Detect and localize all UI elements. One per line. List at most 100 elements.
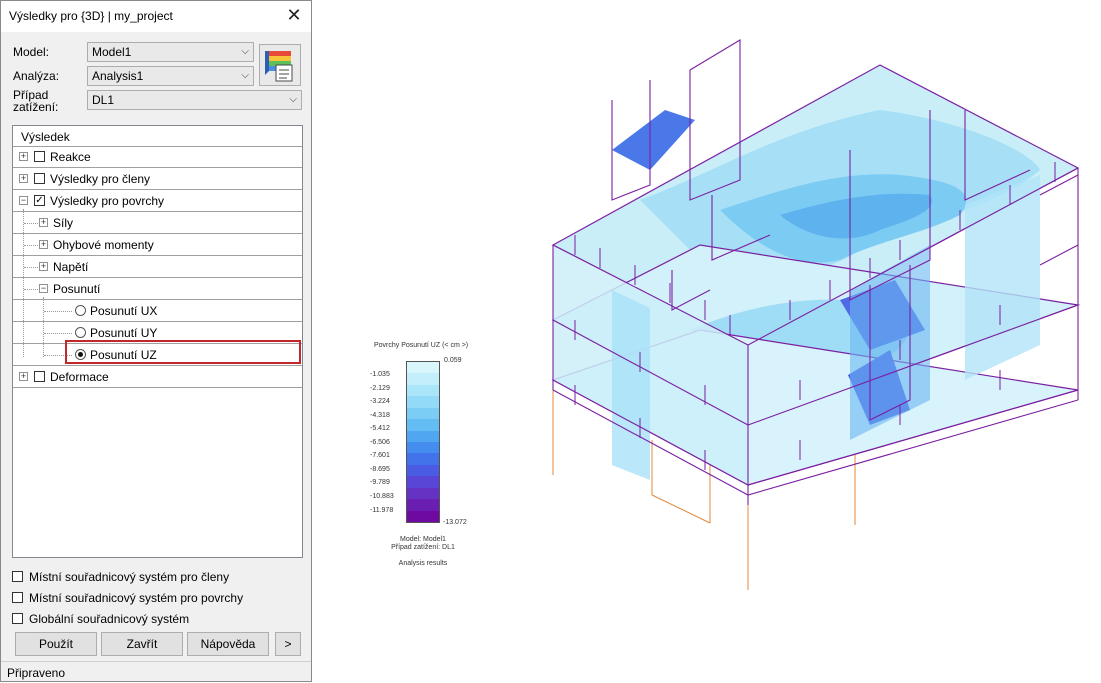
option-local-members[interactable]: Místní souřadnicový systém pro členy bbox=[12, 569, 272, 585]
legend-tick-label: -3.224 bbox=[370, 398, 390, 406]
reactions-checkbox[interactable] bbox=[34, 151, 45, 162]
tree-item-displacements[interactable]: − Posunutí bbox=[13, 278, 302, 300]
status-text: Připraveno bbox=[7, 666, 66, 680]
results-dialog: Výsledky pro {3D} | my_project ✕ Model: … bbox=[0, 0, 312, 682]
dialog-title: Výsledky pro {3D} | my_project bbox=[9, 9, 173, 23]
tree-item-forces[interactable]: + Síly bbox=[13, 212, 302, 234]
expand-icon[interactable]: + bbox=[19, 174, 28, 183]
legend-tick-label: -7.601 bbox=[370, 452, 390, 460]
option-label: Globální souřadnicový systém bbox=[29, 612, 190, 626]
legend-tick-label: -2.129 bbox=[370, 384, 390, 392]
tree-connector bbox=[24, 267, 38, 268]
expand-icon[interactable]: + bbox=[39, 218, 48, 227]
close-icon[interactable]: ✕ bbox=[285, 5, 303, 25]
legend-tick-label: -8.695 bbox=[370, 465, 390, 473]
expand-icon[interactable]: + bbox=[19, 372, 28, 381]
expand-icon[interactable]: + bbox=[19, 152, 28, 161]
option-global[interactable]: Globální souřadnicový systém bbox=[12, 611, 272, 627]
legend-band bbox=[407, 419, 439, 432]
dialog-titlebar[interactable]: Výsledky pro {3D} | my_project ✕ bbox=[1, 1, 311, 32]
legend-band bbox=[407, 407, 439, 420]
model-viewport[interactable] bbox=[540, 30, 1090, 595]
local-members-checkbox[interactable] bbox=[12, 571, 23, 582]
help-button[interactable]: Nápověda bbox=[187, 632, 269, 656]
analysis-select-value: Analysis1 bbox=[92, 69, 144, 83]
analysis-select[interactable]: Analysis1 ⌵ bbox=[87, 66, 254, 86]
tree-item-bending-moments[interactable]: + Ohybové momenty bbox=[13, 234, 302, 256]
legend-band bbox=[407, 487, 439, 500]
model-select-value: Model1 bbox=[92, 45, 132, 59]
model-select[interactable]: Model1 ⌵ bbox=[87, 42, 254, 62]
tree-item-label: Výsledky pro členy bbox=[50, 172, 151, 186]
tree-item-label: Posunutí bbox=[53, 282, 101, 296]
legend-max: 0.059 bbox=[444, 357, 462, 364]
collapse-icon[interactable]: − bbox=[19, 196, 28, 205]
loadcase-select-value: DL1 bbox=[92, 93, 115, 107]
legend-band bbox=[407, 453, 439, 466]
tree-header-label: Výsledek bbox=[21, 130, 70, 144]
tree-connector bbox=[24, 289, 38, 290]
collapse-icon[interactable]: − bbox=[39, 284, 48, 293]
tree-item-reactions[interactable]: + Reakce bbox=[13, 146, 302, 168]
surface-results-checkbox[interactable]: ✓ bbox=[34, 195, 45, 206]
member-results-checkbox[interactable] bbox=[34, 173, 45, 184]
option-local-surfaces[interactable]: Místní souřadnicový systém pro povrchy bbox=[12, 590, 272, 606]
expand-icon[interactable]: + bbox=[39, 240, 48, 249]
legend-tick-label: -11.978 bbox=[370, 506, 394, 514]
tree-item-member-results[interactable]: + Výsledky pro členy bbox=[13, 168, 302, 190]
close-button[interactable]: Zavřít bbox=[101, 632, 183, 656]
option-label: Místní souřadnicový systém pro členy bbox=[29, 570, 230, 584]
option-label: Místní souřadnicový systém pro povrchy bbox=[29, 591, 244, 605]
tree-item-label: Posunutí UY bbox=[90, 326, 158, 340]
tree-item-label: Reakce bbox=[50, 150, 91, 164]
local-surfaces-checkbox[interactable] bbox=[12, 592, 23, 603]
expand-icon[interactable]: + bbox=[39, 262, 48, 271]
chevron-down-icon: ⌵ bbox=[241, 70, 249, 81]
loadcase-label-line2: zatížení: bbox=[13, 100, 59, 114]
tree-connector bbox=[24, 245, 38, 246]
legend-case-line: Případ zatížení: DL1 bbox=[391, 544, 455, 551]
analysis-label: Analýza: bbox=[13, 69, 60, 83]
legend-tick-label: -5.412 bbox=[370, 425, 390, 433]
legend-title: Povrchy Posunutí UZ (< cm >) bbox=[374, 342, 469, 349]
tree-item-surface-results[interactable]: − ✓ Výsledky pro povrchy bbox=[13, 190, 302, 212]
legend-band bbox=[407, 476, 439, 489]
more-button[interactable]: > bbox=[275, 632, 301, 656]
legend-band bbox=[407, 430, 439, 443]
tree-item-label: Síly bbox=[53, 216, 74, 230]
chevron-down-icon: ⌵ bbox=[241, 46, 249, 57]
deformation-checkbox[interactable] bbox=[34, 371, 45, 382]
tree-connector bbox=[44, 311, 72, 312]
tree-connector bbox=[23, 209, 24, 357]
tree-item-label: Deformace bbox=[50, 370, 109, 384]
apply-button[interactable]: Použít bbox=[15, 632, 97, 656]
legend-band bbox=[407, 442, 439, 454]
uy-radio[interactable] bbox=[75, 327, 86, 338]
tree-connector bbox=[43, 297, 44, 357]
loadcase-select[interactable]: DL1 ⌵ bbox=[87, 90, 302, 110]
tree-item-label: Ohybové momenty bbox=[53, 238, 154, 252]
legend-tick-label: -10.883 bbox=[370, 492, 394, 500]
legend-band bbox=[407, 464, 439, 477]
legend-tick-label: -1.035 bbox=[370, 371, 390, 378]
legend-band bbox=[407, 362, 439, 374]
tree-header: Výsledek bbox=[13, 126, 302, 147]
tree-item-deformation[interactable]: + Deformace bbox=[13, 366, 302, 388]
legend-tick-label: -6.506 bbox=[370, 438, 390, 446]
chevron-down-icon: ⌵ bbox=[289, 94, 297, 105]
tree-item-label: Napětí bbox=[53, 260, 89, 274]
selection-highlight bbox=[65, 340, 301, 364]
legend-band bbox=[407, 499, 439, 512]
tree-item-stresses[interactable]: + Napětí bbox=[13, 256, 302, 278]
legend-band bbox=[407, 510, 439, 523]
legend-tick-label: -4.318 bbox=[370, 411, 390, 419]
legend-band bbox=[407, 396, 439, 409]
status-bar: Připraveno bbox=[1, 661, 311, 683]
color-scale-icon bbox=[265, 51, 293, 82]
tree-connector bbox=[44, 333, 72, 334]
global-checkbox[interactable] bbox=[12, 613, 23, 624]
model-label: Model: bbox=[13, 45, 50, 59]
legend-settings-button[interactable] bbox=[259, 44, 301, 86]
ux-radio[interactable] bbox=[75, 305, 86, 316]
legend-band bbox=[407, 384, 439, 397]
